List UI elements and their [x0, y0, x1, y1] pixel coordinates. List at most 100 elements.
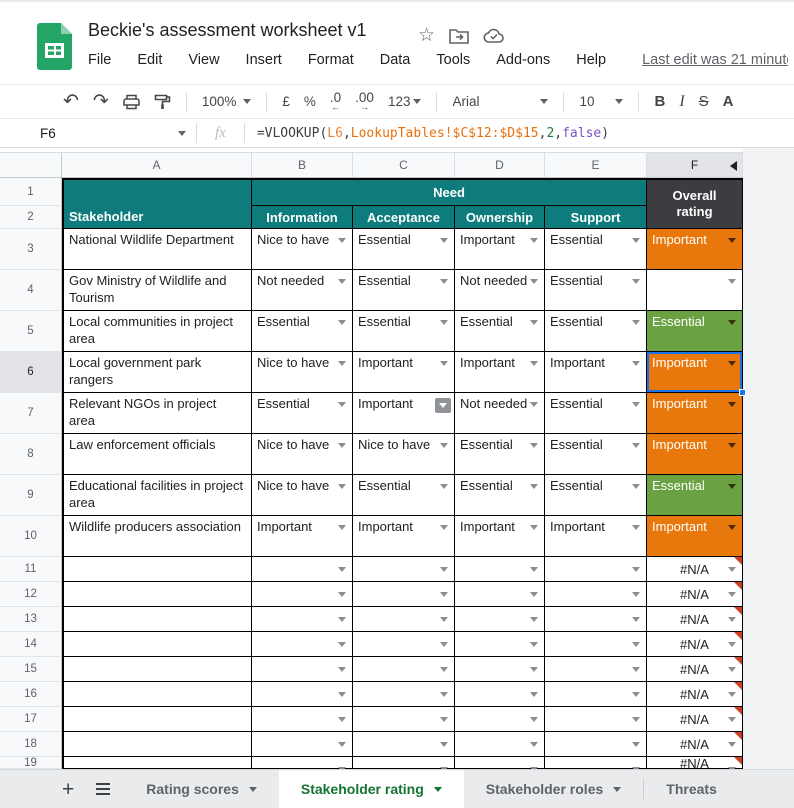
- chevron-down-icon[interactable]: [249, 787, 257, 792]
- information-cell[interactable]: Important: [252, 516, 353, 557]
- dropdown-arrow-icon[interactable]: [530, 742, 538, 747]
- ownership-cell[interactable]: Essential: [455, 311, 545, 352]
- row-header[interactable]: 9: [0, 475, 62, 516]
- format-currency-button[interactable]: £: [275, 89, 297, 115]
- dropdown-arrow-icon[interactable]: [728, 402, 736, 407]
- support-cell[interactable]: [545, 557, 647, 582]
- dropdown-arrow-icon[interactable]: [728, 361, 736, 366]
- increase-decimal-button[interactable]: .00→: [348, 89, 381, 115]
- all-sheets-button[interactable]: [96, 783, 110, 795]
- select-all-corner[interactable]: [0, 153, 62, 177]
- information-cell[interactable]: Nice to have: [252, 352, 353, 393]
- move-folder-icon[interactable]: [449, 28, 469, 44]
- information-cell[interactable]: Nice to have: [252, 229, 353, 270]
- dropdown-arrow-icon[interactable]: [338, 484, 346, 489]
- overall-rating-cell[interactable]: Essential: [647, 475, 743, 516]
- information-cell[interactable]: Essential: [252, 311, 353, 352]
- dropdown-arrow-icon[interactable]: [728, 667, 736, 672]
- dropdown-arrow-icon[interactable]: [728, 642, 736, 647]
- last-edit-link[interactable]: Last edit was 21 minutes a: [642, 52, 788, 68]
- stakeholder-cell[interactable]: [62, 557, 252, 582]
- dropdown-arrow-icon[interactable]: [338, 525, 346, 530]
- dropdown-arrow-icon[interactable]: [530, 717, 538, 722]
- format-percent-button[interactable]: %: [297, 89, 323, 115]
- information-cell[interactable]: [252, 557, 353, 582]
- overall-rating-cell[interactable]: #N/A: [647, 682, 743, 707]
- dropdown-arrow-icon[interactable]: [338, 567, 346, 572]
- dropdown-arrow-icon[interactable]: [530, 320, 538, 325]
- text-color-button[interactable]: A: [716, 89, 741, 115]
- stakeholder-cell[interactable]: [62, 682, 252, 707]
- menu-insert[interactable]: Insert: [246, 52, 282, 68]
- row-header[interactable]: 7: [0, 393, 62, 434]
- ownership-cell[interactable]: [455, 707, 545, 732]
- dropdown-arrow-icon[interactable]: [530, 617, 538, 622]
- row-header-1[interactable]: 1: [0, 178, 62, 206]
- overall-rating-cell[interactable]: [647, 270, 743, 311]
- dropdown-arrow-icon[interactable]: [632, 238, 640, 243]
- dropdown-arrow-icon[interactable]: [530, 361, 538, 366]
- support-cell[interactable]: [545, 682, 647, 707]
- dropdown-arrow-icon[interactable]: [530, 443, 538, 448]
- information-cell[interactable]: [252, 657, 353, 682]
- overall-rating-cell[interactable]: Important: [647, 229, 743, 270]
- support-cell[interactable]: Essential: [545, 229, 647, 270]
- overall-rating-cell[interactable]: Essential: [647, 311, 743, 352]
- overall-rating-cell[interactable]: Important: [647, 516, 743, 557]
- menu-edit[interactable]: Edit: [137, 52, 162, 68]
- column-header-e[interactable]: E: [545, 153, 647, 177]
- column-header-f[interactable]: F: [647, 153, 743, 177]
- dropdown-arrow-icon[interactable]: [728, 279, 736, 284]
- information-cell[interactable]: Nice to have: [252, 434, 353, 475]
- dropdown-arrow-icon[interactable]: [632, 525, 640, 530]
- overall-rating-cell[interactable]: Important: [647, 434, 743, 475]
- row-header[interactable]: 4: [0, 270, 62, 311]
- dropdown-arrow-icon[interactable]: [440, 567, 448, 572]
- dropdown-arrow-icon[interactable]: [338, 402, 346, 407]
- bold-button[interactable]: B: [647, 89, 672, 115]
- dropdown-arrow-icon[interactable]: [440, 692, 448, 697]
- chevron-down-icon[interactable]: [434, 787, 442, 792]
- stakeholder-cell[interactable]: Law enforcement officials: [62, 434, 252, 475]
- dropdown-arrow-icon[interactable]: [728, 617, 736, 622]
- information-cell[interactable]: [252, 682, 353, 707]
- menu-addons[interactable]: Add-ons: [496, 52, 550, 68]
- overall-rating-cell[interactable]: #N/A: [647, 707, 743, 732]
- cloud-status-icon[interactable]: [483, 28, 505, 44]
- menu-view[interactable]: View: [188, 52, 219, 68]
- row-header[interactable]: 13: [0, 607, 62, 632]
- dropdown-arrow-icon[interactable]: [338, 642, 346, 647]
- dropdown-arrow-icon[interactable]: [338, 320, 346, 325]
- overall-rating-cell[interactable]: #N/A: [647, 757, 743, 769]
- dropdown-arrow-icon[interactable]: [728, 692, 736, 697]
- acceptance-cell[interactable]: Important: [353, 393, 455, 434]
- row-header[interactable]: 11: [0, 557, 62, 582]
- acceptance-cell[interactable]: [353, 557, 455, 582]
- column-header-b[interactable]: B: [252, 153, 353, 177]
- overall-rating-cell[interactable]: #N/A: [647, 582, 743, 607]
- dropdown-arrow-icon[interactable]: [728, 742, 736, 747]
- stakeholder-cell[interactable]: Educational facilities in project area: [62, 475, 252, 516]
- support-cell[interactable]: Essential: [545, 475, 647, 516]
- row-header[interactable]: 18: [0, 732, 62, 757]
- menu-tools[interactable]: Tools: [436, 52, 470, 68]
- support-cell[interactable]: [545, 657, 647, 682]
- dropdown-arrow-icon[interactable]: [728, 320, 736, 325]
- dropdown-arrow-icon[interactable]: [338, 667, 346, 672]
- tab-stakeholder-rating[interactable]: Stakeholder rating: [279, 770, 464, 808]
- dropdown-arrow-icon[interactable]: [530, 402, 538, 407]
- dropdown-arrow-icon[interactable]: [530, 238, 538, 243]
- add-sheet-button[interactable]: +: [62, 779, 74, 800]
- acceptance-cell[interactable]: [353, 732, 455, 757]
- dropdown-arrow-icon[interactable]: [632, 617, 640, 622]
- acceptance-cell[interactable]: [353, 632, 455, 657]
- dropdown-arrow-icon[interactable]: [440, 667, 448, 672]
- dropdown-arrow-icon[interactable]: [632, 567, 640, 572]
- overall-rating-cell[interactable]: #N/A: [647, 607, 743, 632]
- acceptance-cell[interactable]: Nice to have: [353, 434, 455, 475]
- dropdown-arrow-icon[interactable]: [338, 443, 346, 448]
- row-header[interactable]: 17: [0, 707, 62, 732]
- menu-format[interactable]: Format: [308, 52, 354, 68]
- dropdown-arrow-icon[interactable]: [632, 402, 640, 407]
- ownership-cell[interactable]: [455, 582, 545, 607]
